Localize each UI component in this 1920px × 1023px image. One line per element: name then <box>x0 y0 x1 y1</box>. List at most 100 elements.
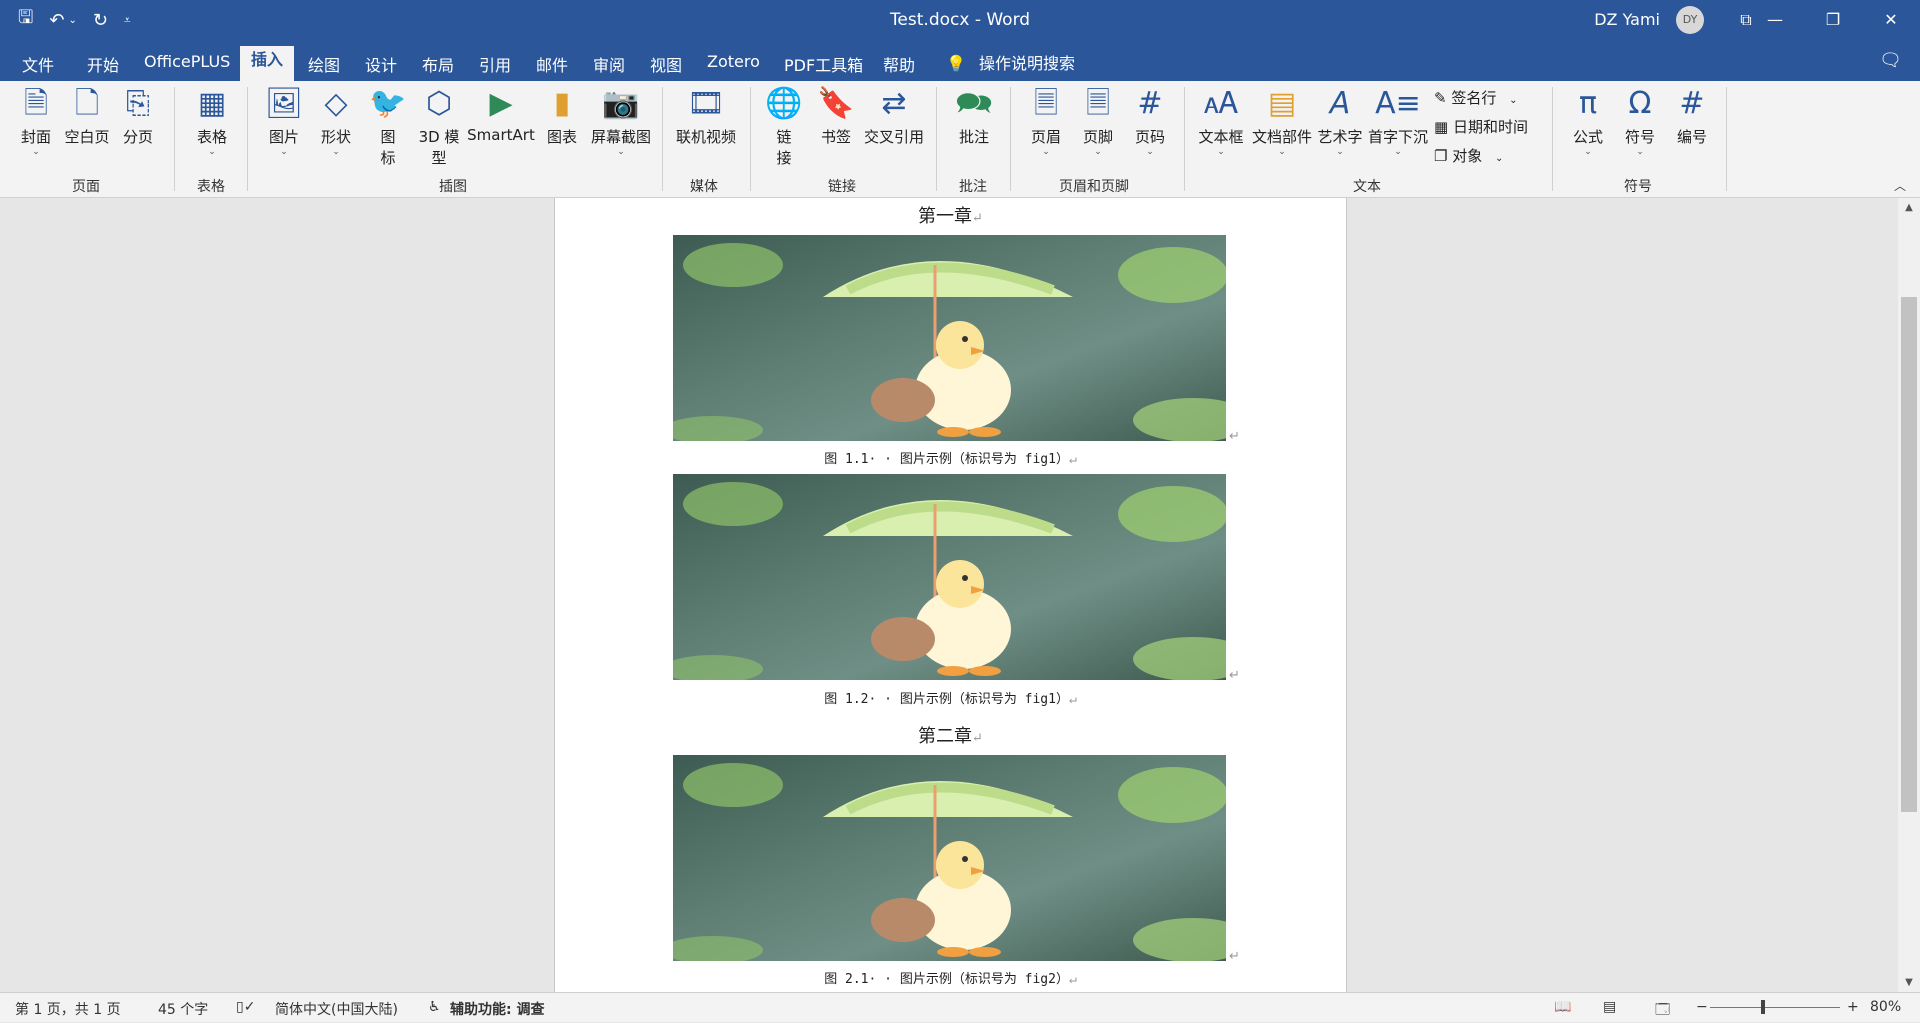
proofing-icon[interactable]: ▯✓ <box>236 999 255 1015</box>
minimize-icon[interactable]: — <box>1746 0 1804 40</box>
tab-zotero[interactable]: Zotero <box>707 52 760 71</box>
tell-me-search[interactable]: 💡 操作说明搜索 <box>946 50 1075 74</box>
online-video-button[interactable]: 🎞 联机视频 <box>674 86 738 147</box>
tab-references[interactable]: 引用 <box>479 52 511 76</box>
header-label: 页眉 <box>1030 128 1061 146</box>
signature-line-button[interactable]: ✎ 签名行 ⌄ <box>1434 87 1518 108</box>
figure-caption[interactable]: 图 1.1· · 图片示例（标识号为 fig1）↵ <box>555 448 1346 467</box>
zoom-slider-thumb[interactable] <box>1761 1000 1765 1014</box>
paragraph-mark: ↵ <box>1068 692 1077 707</box>
group-illustrations-label: 插图 <box>439 179 467 195</box>
document-page[interactable]: 第一章↵ ↵ 图 1.1· · 图片示例（标识号为 fig1）↵ ↵ 图 1.2… <box>554 198 1347 992</box>
header-button[interactable]: 🗏 页眉 ⌄ <box>1026 86 1066 157</box>
equation-button[interactable]: π 公式 ⌄ <box>1566 86 1610 157</box>
user-name[interactable]: DZ Yami <box>1594 10 1660 29</box>
collapse-ribbon-icon[interactable]: ︿ <box>1894 177 1906 194</box>
duck-umbrella-illustration <box>673 482 1226 680</box>
tab-view[interactable]: 视图 <box>650 52 682 76</box>
link-label-line1: 链 <box>776 128 792 146</box>
restore-icon[interactable]: ❐ <box>1804 0 1862 40</box>
object-button[interactable]: ❐ 对象 ⌄ <box>1434 145 1503 166</box>
figure-image[interactable] <box>673 755 1226 961</box>
scroll-thumb[interactable] <box>1901 297 1917 812</box>
accessibility-status[interactable]: 辅助功能: 调查 <box>450 999 544 1019</box>
shapes-button[interactable]: ◇ 形状 ⌄ <box>314 86 358 157</box>
zoom-level[interactable]: 80% <box>1870 999 1901 1015</box>
new-comment-icon: 🗪 <box>955 86 993 121</box>
new-comment-button[interactable]: 🗪 批注 <box>952 86 996 147</box>
picture-button[interactable]: 🖼 图片 ⌄ <box>262 86 306 157</box>
online-video-label: 联机视频 <box>675 128 736 146</box>
cover-page-button[interactable]: 🗎 封面 ⌄ <box>16 86 56 157</box>
tab-file[interactable]: 文件 <box>22 52 54 76</box>
page-number-button[interactable]: # 页码 ⌄ <box>1130 86 1170 157</box>
avatar[interactable]: DY <box>1676 6 1704 34</box>
tab-officeplus[interactable]: OfficePLUS <box>144 52 230 71</box>
page-break-icon: ⎘ <box>126 86 150 121</box>
zoom-out-icon[interactable]: − <box>1696 999 1708 1015</box>
bookmark-button[interactable]: 🔖 书签 <box>816 86 856 147</box>
page-count[interactable]: 第 1 页，共 1 页 <box>15 999 121 1019</box>
video-icon: 🎞 <box>686 86 726 121</box>
figure-caption[interactable]: 图 2.1· · 图片示例（标识号为 fig2）↵ <box>555 968 1346 987</box>
word-count[interactable]: 45 个字 <box>158 999 208 1019</box>
document-workspace[interactable]: 第一章↵ ↵ 图 1.1· · 图片示例（标识号为 fig1）↵ ↵ 图 1.2… <box>0 198 1898 992</box>
chapter-heading-text: 第一章 <box>918 206 973 227</box>
table-label: 表格 <box>196 128 227 146</box>
comments-icon[interactable]: 🗨 <box>1879 50 1902 71</box>
footer-button[interactable]: 🗏 页脚 ⌄ <box>1078 86 1118 157</box>
scroll-up-icon[interactable]: ▲ <box>1898 202 1920 213</box>
smartart-button[interactable]: ▶ SmartArt <box>466 86 536 144</box>
group-separator <box>247 87 248 191</box>
scroll-down-icon[interactable]: ▼ <box>1898 977 1920 988</box>
object-icon: ❐ <box>1434 147 1448 165</box>
date-time-button[interactable]: ▦ 日期和时间 <box>1434 116 1528 137</box>
picture-label: 图片 <box>268 128 299 146</box>
lightbulb-icon: 💡 <box>946 54 966 73</box>
tab-pdf-tools[interactable]: PDF工具箱 <box>784 52 863 76</box>
blank-page-button[interactable]: 🗋 空白页 <box>62 86 112 147</box>
drop-cap-button[interactable]: A≡ 首字下沉 ⌄ <box>1366 86 1430 157</box>
cross-reference-button[interactable]: ⇄ 交叉引用 <box>862 86 926 147</box>
tab-home[interactable]: 开始 <box>87 52 119 76</box>
tab-layout[interactable]: 布局 <box>422 52 454 76</box>
text-box-button[interactable]: 🗚 文本框 ⌄ <box>1196 86 1246 157</box>
web-layout-icon[interactable]: 🗔 <box>1655 999 1670 1023</box>
read-mode-icon[interactable]: 📖 <box>1554 999 1571 1015</box>
chapter-heading[interactable]: 第一章↵ <box>555 202 1346 228</box>
symbol-button[interactable]: Ω 符号 ⌄ <box>1618 86 1662 157</box>
link-button[interactable]: 🌐 链 接 <box>764 86 804 168</box>
zoom-in-icon[interactable]: + <box>1847 999 1859 1015</box>
duck-umbrella-illustration <box>673 243 1226 441</box>
icons-button[interactable]: 🐦 图 标 <box>368 86 408 168</box>
vertical-scrollbar[interactable]: ▲ ▼ <box>1898 198 1920 992</box>
numbering-button[interactable]: # 编号 <box>1670 86 1714 147</box>
group-separator <box>1184 87 1185 191</box>
tab-draw[interactable]: 绘图 <box>308 52 340 76</box>
chart-button[interactable]: ▮ 图表 <box>542 86 582 147</box>
figure-caption-text: 图 1.1· · 图片示例（标识号为 fig1） <box>824 452 1069 467</box>
tab-design[interactable]: 设计 <box>365 52 397 76</box>
3d-models-button[interactable]: ⬡ 3D 模 型 <box>414 86 464 168</box>
screenshot-button[interactable]: 📷 屏幕截图 ⌄ <box>588 86 654 157</box>
table-button[interactable]: ▦ 表格 ⌄ <box>190 86 234 157</box>
figure-image[interactable] <box>673 235 1226 441</box>
tab-help[interactable]: 帮助 <box>883 52 915 76</box>
chevron-down-icon: ⌄ <box>332 147 340 157</box>
wordart-button[interactable]: A 艺术字 ⌄ <box>1316 86 1364 157</box>
smartart-label: SmartArt <box>467 126 535 144</box>
tab-review[interactable]: 审阅 <box>593 52 625 76</box>
tab-mailings[interactable]: 邮件 <box>536 52 568 76</box>
quick-parts-button[interactable]: ▤ 文档部件 ⌄ <box>1250 86 1314 157</box>
chapter-heading[interactable]: 第二章↵ <box>555 722 1346 748</box>
close-icon[interactable]: ✕ <box>1862 0 1920 40</box>
language-indicator[interactable]: 简体中文(中国大陆) <box>275 999 398 1019</box>
figure-image[interactable] <box>673 474 1226 680</box>
group-separator <box>750 87 751 191</box>
figure-caption[interactable]: 图 1.2· · 图片示例（标识号为 fig1）↵ <box>555 688 1346 707</box>
tab-insert[interactable]: 插入 <box>240 46 295 81</box>
zoom-slider[interactable] <box>1710 1007 1840 1008</box>
header-icon: 🗏 <box>1033 86 1059 121</box>
print-layout-icon[interactable]: ▤ <box>1603 999 1616 1015</box>
page-break-button[interactable]: ⎘ 分页 <box>118 86 158 147</box>
